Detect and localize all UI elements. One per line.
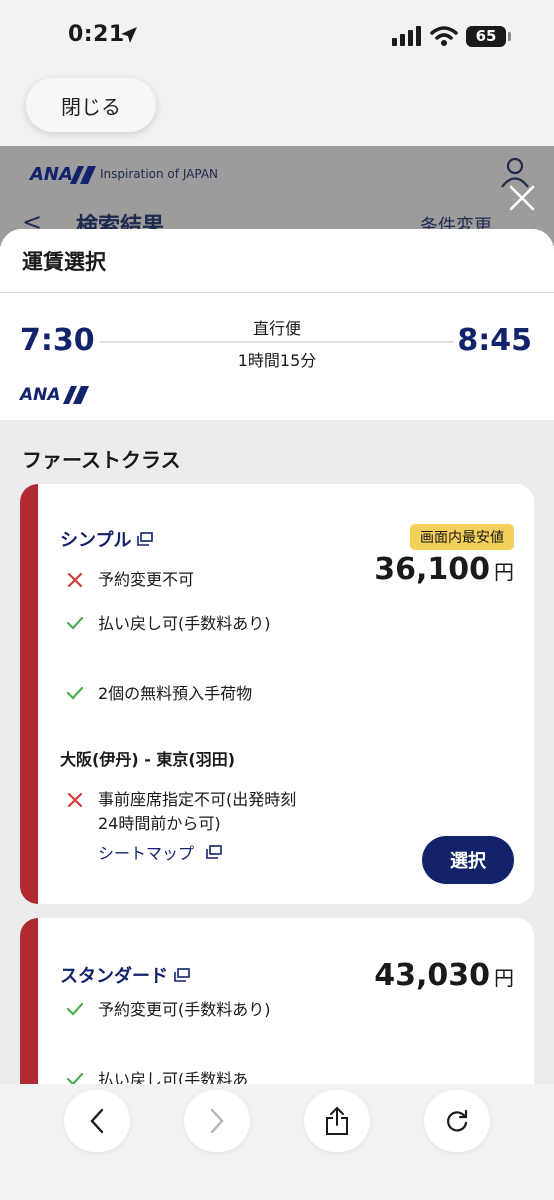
forward-button[interactable] — [184, 1090, 250, 1152]
fare-feature: 予約変更可(手数料あり) — [64, 998, 304, 1022]
bg-tagline: Inspiration of JAPAN — [100, 167, 219, 181]
cross-icon — [67, 572, 83, 588]
reload-icon — [447, 1109, 468, 1132]
fare-card-standard: スタンダード 43,030 円 予約変更可(手数料あり) 払い戻し可(手数料あ — [20, 918, 534, 1084]
wifi-icon — [430, 26, 458, 46]
cross-icon — [67, 792, 83, 808]
sheet-title: 運賃選択 — [22, 249, 106, 274]
fare-feature: 予約変更不可 — [64, 568, 304, 592]
external-link-icon — [206, 845, 222, 859]
reload-button[interactable] — [424, 1090, 490, 1152]
share-button[interactable] — [304, 1090, 370, 1152]
cheapest-badge: 画面内最安値 — [410, 524, 514, 550]
forward-icon — [210, 1108, 224, 1134]
fare-feature: 2個の無料預入手荷物 — [64, 682, 304, 706]
fare-card-accent — [20, 484, 38, 904]
battery-indicator: 65 — [466, 26, 506, 47]
ana-stripes-icon — [70, 166, 96, 184]
check-icon — [66, 1002, 84, 1016]
external-link-icon — [137, 532, 154, 546]
signal-icon — [392, 26, 421, 46]
fare-price: 43,030 円 — [374, 958, 514, 993]
close-icon[interactable] — [508, 184, 536, 212]
check-icon — [66, 1072, 84, 1084]
status-bar: 0:21 65 — [0, 0, 554, 76]
route-label: 大阪(伊丹) - 東京(羽田) — [60, 750, 236, 769]
sheet-header: 運賃選択 — [0, 229, 554, 293]
battery-tip — [508, 32, 511, 41]
select-button[interactable]: 選択 — [422, 836, 514, 884]
seat-feature: 事前座席指定不可(出発時刻24時間前から可) — [64, 788, 304, 836]
fare-price: 36,100 円 — [374, 552, 514, 587]
fare-feature: 払い戻し可(手数料あ — [64, 1068, 304, 1084]
ana-stripes-icon — [62, 386, 89, 404]
check-icon — [66, 686, 84, 700]
back-button[interactable] — [64, 1090, 130, 1152]
fare-card-accent — [20, 918, 38, 1084]
external-link-icon — [174, 968, 190, 982]
fare-name-link[interactable]: シンプル — [60, 526, 154, 552]
share-icon — [326, 1106, 348, 1135]
browser-toolbar — [0, 1084, 554, 1200]
flight-summary: 7:30 直行便 1時間15分 8:45 ANA — [0, 293, 554, 420]
ana-logo: ANA — [20, 385, 89, 405]
status-time: 0:21 — [68, 22, 125, 47]
close-button[interactable]: 閉じる — [26, 78, 156, 132]
seat-map-link[interactable]: シートマップ — [98, 840, 222, 864]
fare-selection-sheet: 運賃選択 7:30 直行便 1時間15分 8:45 ANA ファーストクラス シ… — [0, 229, 554, 1084]
fare-name-link[interactable]: スタンダード — [60, 962, 190, 988]
flight-line — [100, 341, 454, 343]
bg-ana-logo: ANA — [30, 164, 73, 185]
fare-card-simple: シンプル 画面内最安値 36,100 円 予約変更不可 払い戻し可(手数料あり) … — [20, 484, 534, 904]
fare-feature: 払い戻し可(手数料あり) — [64, 612, 304, 636]
back-icon — [90, 1108, 104, 1134]
arrival-time: 8:45 — [457, 323, 532, 358]
location-arrow-icon — [121, 27, 137, 43]
check-icon — [66, 616, 84, 630]
class-title: ファーストクラス — [22, 448, 181, 472]
